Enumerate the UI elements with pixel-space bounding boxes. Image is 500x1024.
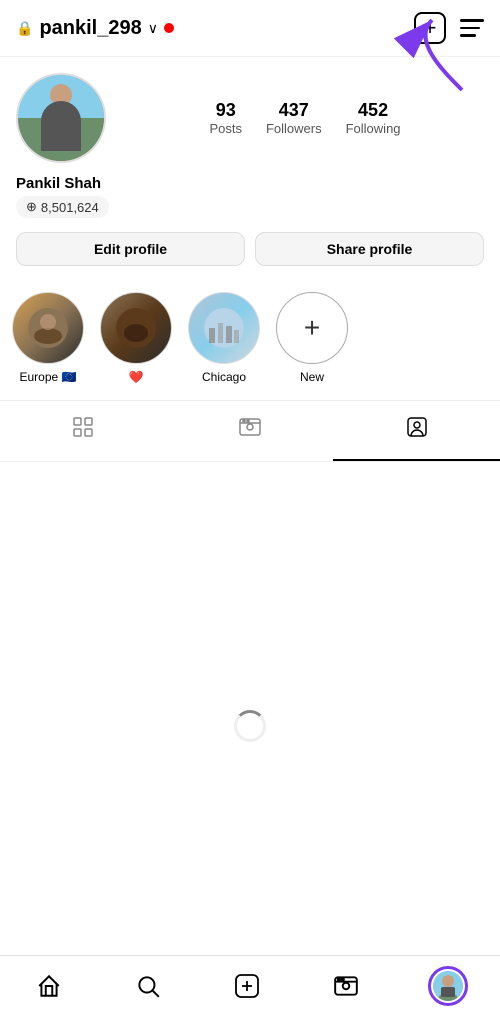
tab-reels[interactable] [167,401,334,461]
highlight-europe-label: Europe 🇪🇺 [20,370,77,384]
posts-count: 93 [216,100,236,121]
bottom-nav-reels[interactable] [329,969,363,1003]
bottom-nav-profile[interactable] [428,966,468,1006]
europe-thumbnail [28,308,68,348]
grid-icon [71,415,95,445]
content-area [0,462,500,762]
highlight-heart-label: ❤️ [129,370,144,384]
add-content-button[interactable]: + [414,12,446,44]
bottom-nav-search[interactable] [131,969,165,1003]
bottom-navigation [0,955,500,1024]
tab-grid[interactable] [0,401,167,461]
bottom-nav-home[interactable] [32,969,66,1003]
profile-stats: 93 Posts 437 Followers 452 Following [126,100,484,136]
profile-top-row: 93 Posts 437 Followers 452 Following [16,73,484,163]
nav-right: + [414,12,484,44]
following-count: 452 [358,100,388,121]
chicago-thumbnail [204,308,244,348]
followers-stat[interactable]: 437 Followers [266,100,322,136]
action-buttons: Edit profile Share profile [16,232,484,276]
threads-count: 8,501,624 [41,200,99,215]
threads-badge[interactable]: ⊕ 8,501,624 [16,196,109,218]
online-dot-indicator [164,23,174,33]
display-name: Pankil Shah [16,175,484,192]
profile-info: Pankil Shah ⊕ 8,501,624 [16,175,484,218]
profile-section: 93 Posts 437 Followers 452 Following Pan… [0,57,500,284]
loading-spinner [234,710,266,742]
followers-count: 437 [279,100,309,121]
avatar-image [16,73,106,163]
top-navigation: 🔒 pankil_298 ∨ + [0,0,500,57]
username-label: pankil_298 [39,17,141,40]
highlight-chicago-circle [188,292,260,364]
highlights-row: Europe 🇪🇺 ❤️ Chicago [12,292,488,384]
nav-left: 🔒 pankil_298 ∨ [16,17,174,40]
reels-nav-icon [333,973,359,999]
highlight-heart-circle [100,292,172,364]
profile-avatar-thumbnail [433,971,463,1001]
tab-tagged[interactable] [333,401,500,461]
highlight-new-circle: + [276,292,348,364]
highlight-chicago[interactable]: Chicago [188,292,260,384]
edit-profile-button[interactable]: Edit profile [16,232,245,266]
reels-icon [238,415,262,445]
followers-label: Followers [266,121,322,136]
home-icon [36,973,62,999]
heart-thumbnail [116,308,156,348]
avatar[interactable] [16,73,106,163]
highlight-new[interactable]: + New [276,292,348,384]
posts-label: Posts [209,121,242,136]
bottom-nav-create[interactable] [229,968,265,1004]
highlights-section: Europe 🇪🇺 ❤️ Chicago [0,284,500,396]
plus-icon: + [304,312,320,344]
tagged-icon [405,415,429,445]
highlight-europe-circle [12,292,84,364]
posts-stat[interactable]: 93 Posts [209,100,242,136]
hamburger-menu-button[interactable] [460,19,484,37]
create-icon [233,972,261,1000]
share-profile-button[interactable]: Share profile [255,232,484,266]
highlight-chicago-label: Chicago [202,370,246,384]
chevron-down-icon[interactable]: ∨ [148,20,158,37]
profile-thumb-image [433,971,463,1001]
content-tabs [0,400,500,462]
following-label: Following [346,121,401,136]
highlight-europe[interactable]: Europe 🇪🇺 [12,292,84,384]
highlight-heart[interactable]: ❤️ [100,292,172,384]
lock-icon: 🔒 [16,20,33,37]
highlight-new-label: New [300,370,324,384]
search-icon [135,973,161,999]
following-stat[interactable]: 452 Following [346,100,401,136]
threads-icon: ⊕ [26,199,37,215]
